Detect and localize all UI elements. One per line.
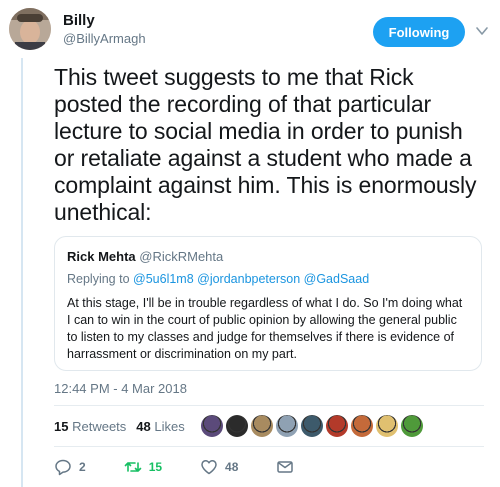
likes-count: 48 — [136, 418, 151, 434]
retweets-stat[interactable]: 15 Retweets — [54, 419, 126, 434]
following-button[interactable]: Following — [373, 17, 465, 47]
chevron-down-icon[interactable] — [475, 24, 489, 38]
retweet-count: 15 — [148, 460, 163, 474]
author-avatar[interactable] — [9, 8, 51, 50]
quoted-author-name: Rick Mehta — [67, 249, 136, 264]
liker-avatar[interactable] — [325, 415, 348, 437]
reply-action[interactable]: 2 — [54, 458, 86, 476]
reply-icon — [55, 459, 71, 476]
liker-avatar[interactable] — [300, 415, 323, 437]
replying-to: Replying to @5u6l1m8 @jordanbpeterson @G… — [67, 271, 469, 287]
tweet-stats: 15 Retweets 48 Likes — [54, 405, 484, 447]
retweet-icon — [124, 462, 141, 472]
thread-line — [21, 58, 23, 487]
tweet-timestamp[interactable]: 12:44 PM - 4 Mar 2018 — [54, 381, 187, 396]
like-count: 48 — [225, 460, 239, 474]
liker-avatar[interactable] — [350, 415, 373, 437]
like-action[interactable]: 48 — [200, 458, 238, 476]
tweet-header: Billy @BillyArmagh Following — [9, 6, 489, 54]
retweets-count: 15 — [54, 418, 69, 434]
liker-avatar[interactable] — [400, 415, 423, 437]
replying-to-mentions[interactable]: @5u6l1m8 @jordanbpeterson @GadSaad — [133, 272, 369, 286]
envelope-icon — [277, 461, 294, 473]
quoted-tweet-text: At this stage, I'll be in trouble regard… — [67, 296, 463, 361]
direct-message-action[interactable] — [276, 458, 301, 476]
liker-avatars — [200, 415, 426, 437]
replying-to-prefix: Replying to — [67, 272, 130, 286]
heart-icon — [201, 460, 217, 475]
retweet-action[interactable]: 15 — [124, 458, 162, 476]
likes-label: Likes — [154, 418, 185, 434]
author-handle[interactable]: @BillyArmagh — [63, 30, 146, 47]
reply-count: 2 — [79, 460, 86, 474]
retweets-label: Retweets — [72, 418, 127, 434]
quoted-author-handle: @RickRMehta — [139, 249, 224, 264]
liker-avatar[interactable] — [225, 415, 248, 437]
likes-stat[interactable]: 48 Likes — [136, 419, 184, 434]
liker-avatar[interactable] — [200, 415, 223, 437]
tweet-text: This tweet suggests to me that Rick post… — [54, 64, 477, 225]
liker-avatar[interactable] — [250, 415, 273, 437]
author-name[interactable]: Billy — [63, 12, 146, 30]
quoted-tweet[interactable]: Rick Mehta @RickRMehta Replying to @5u6l… — [54, 236, 482, 371]
tweet-actions: 2 15 48 — [54, 456, 339, 478]
liker-avatar[interactable] — [375, 415, 398, 437]
liker-avatar[interactable] — [275, 415, 298, 437]
